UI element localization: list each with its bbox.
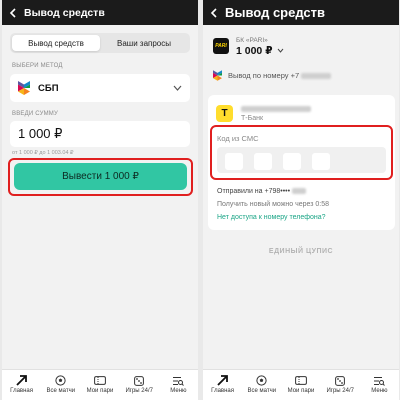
method-name: СБП	[38, 82, 59, 94]
nav-item-bets[interactable]: Мои пари	[281, 370, 320, 400]
sms-confirm-screen: Вывод средств PARI БК «PARI» 1 000 ₽ Выв…	[203, 0, 399, 400]
chevron-down-icon	[173, 85, 182, 91]
withdraw-button[interactable]: Вывести 1 000 ₽	[14, 163, 187, 190]
chevron-left-icon	[210, 7, 217, 18]
method-select[interactable]: СБП	[10, 74, 190, 102]
unified-cupis-logo: ЕДИНЫЙ ЦУПИС	[268, 248, 334, 255]
nav-label: Игры 24/7	[326, 388, 354, 394]
method-label: ВЫБЕРИ МЕТОД	[12, 63, 63, 69]
chevron-left-icon	[9, 7, 16, 18]
nav-label: Все матчи	[46, 388, 76, 394]
pari-logo: PARI	[213, 38, 229, 54]
nav-label: Меню	[371, 388, 388, 394]
menu-icon	[173, 376, 185, 386]
bottom-nav: Главная Все матчи Мои пари Игры 24/7 Мен…	[2, 369, 198, 400]
code-cell[interactable]	[254, 153, 272, 170]
amount-input[interactable]: 1 000 ₽	[10, 121, 190, 147]
nav-item-matches[interactable]: Все матчи	[242, 370, 281, 400]
sbp-logo-icon	[213, 70, 222, 81]
phone-prefix: Вывод по номеру +7	[228, 71, 300, 80]
sum-label: ВВЕДИ СУММУ	[12, 111, 59, 117]
nav-item-menu[interactable]: Меню	[159, 370, 198, 400]
code-cell[interactable]	[283, 153, 301, 170]
sms-label: Код из СМС	[217, 134, 259, 143]
sms-code-input[interactable]	[217, 147, 386, 173]
chevron-down-icon[interactable]	[277, 48, 284, 53]
code-cell[interactable]	[225, 153, 243, 170]
withdraw-screen: Вывод средств Вывод средств Ваши запросы…	[2, 0, 198, 400]
no-access-link[interactable]: Нет доступа к номеру телефона?	[217, 214, 326, 221]
amount-hint: от 1 000 ₽ до 1 003.04 ₽	[12, 150, 74, 156]
nav-label: Главная	[211, 388, 235, 394]
menu-icon	[374, 376, 386, 386]
nav-label: Все матчи	[247, 388, 277, 394]
ball-icon	[55, 375, 66, 386]
sent-mask: ••••	[280, 188, 291, 195]
ball-icon	[256, 375, 267, 386]
nav-item-menu[interactable]: Меню	[360, 370, 399, 400]
nav-label: Меню	[170, 388, 187, 394]
arrow-icon	[16, 375, 27, 386]
account-blur	[241, 106, 311, 112]
arrow-icon	[217, 375, 228, 386]
bottom-nav: Главная Все матчи Мои пари Игры 24/7 Мен…	[203, 369, 399, 400]
page-title: Вывод средств	[24, 6, 105, 19]
nav-item-bets[interactable]: Мои пари	[80, 370, 119, 400]
phone-row: Вывод по номеру +7	[213, 70, 332, 81]
code-cell[interactable]	[312, 153, 330, 170]
bank-name: Т-Банк	[241, 115, 264, 122]
sent-to-text: Отправили на +798••••	[217, 188, 307, 195]
resend-timer: Получить новый можно через 0:58	[217, 201, 330, 208]
nav-label: Мои пари	[86, 388, 114, 394]
nav-label: Главная	[10, 388, 34, 394]
page-title: Вывод средств	[225, 5, 326, 20]
tab-withdraw[interactable]: Вывод средств	[12, 35, 100, 51]
dice-icon	[134, 375, 145, 386]
nav-item-games[interactable]: Игры 24/7	[120, 370, 159, 400]
back-button[interactable]	[2, 0, 24, 25]
nav-item-home[interactable]: Главная	[2, 370, 41, 400]
ticket-icon	[295, 376, 307, 385]
ticket-icon	[94, 376, 106, 385]
sent-blur	[292, 188, 307, 195]
nav-item-home[interactable]: Главная	[203, 370, 242, 400]
sbp-logo-icon	[18, 81, 30, 95]
nav-item-matches[interactable]: Все матчи	[41, 370, 80, 400]
tbank-logo: T	[216, 105, 233, 122]
tab-bar: Вывод средств Ваши запросы	[10, 33, 190, 53]
dice-icon	[335, 375, 346, 386]
phone-blur	[301, 72, 332, 79]
bookmaker-name: БК «PARI»	[236, 37, 268, 44]
bookmaker-amount: 1 000 ₽	[236, 45, 273, 57]
nav-label: Мои пари	[287, 388, 315, 394]
nav-label: Игры 24/7	[125, 388, 153, 394]
tab-requests[interactable]: Ваши запросы	[100, 35, 188, 51]
header: Вывод средств	[203, 0, 399, 25]
sent-prefix: Отправили на +798	[217, 188, 281, 195]
bank-card: T Т-Банк Код из СМС Отправили на +798•••…	[208, 95, 395, 230]
back-button[interactable]	[203, 0, 225, 25]
nav-item-games[interactable]: Игры 24/7	[321, 370, 360, 400]
header: Вывод средств	[2, 0, 198, 25]
